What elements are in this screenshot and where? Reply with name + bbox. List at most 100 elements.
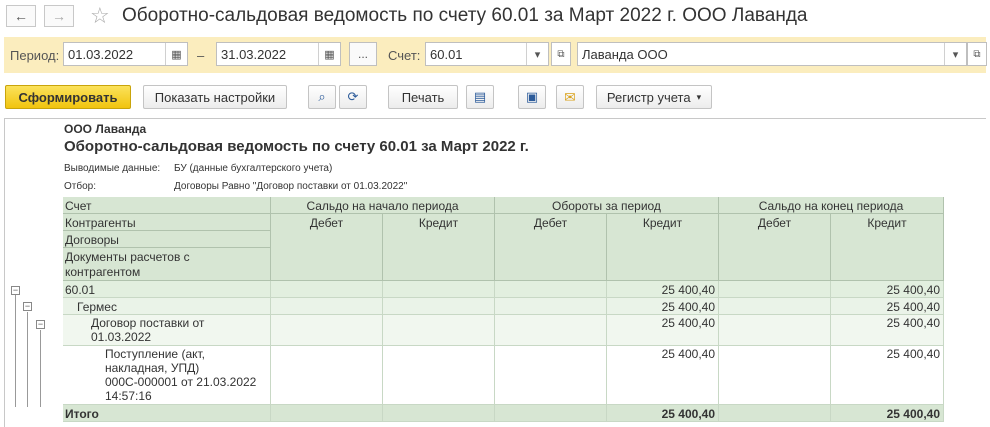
filter-label: Отбор: xyxy=(64,181,96,192)
row-contract-turnover-debit xyxy=(495,315,607,346)
organization-field[interactable]: Лаванда ООО ▾ xyxy=(577,42,967,66)
row-document-line4: 14:57:16 xyxy=(105,389,152,403)
row-document-closing-credit: 25 400,40 xyxy=(831,346,944,405)
row-contract-name-line1: Договор поставки от xyxy=(91,316,205,330)
search-next-button[interactable]: ⟳ xyxy=(339,85,367,109)
send-email-button[interactable]: ✉ xyxy=(556,85,584,109)
arrow-left-icon: ← xyxy=(14,8,28,24)
arrow-right-icon: → xyxy=(52,8,66,24)
back-button[interactable]: ← xyxy=(6,5,36,27)
title-bar: ← → ☆ Оборотно-сальдовая ведомость по сч… xyxy=(0,0,990,34)
header-counterparties: Контрагенты xyxy=(63,214,271,231)
tree-line xyxy=(15,295,16,407)
row-document-name: Поступление (акт, накладная, УПД) 000С-0… xyxy=(63,346,271,405)
period-to-field[interactable]: 31.03.2022 ▦ xyxy=(216,42,341,66)
envelope-icon: ✉ xyxy=(564,88,576,105)
floppy-disk-icon: ▣ xyxy=(525,89,539,104)
row-contract-turnover-credit: 25 400,40 xyxy=(607,315,719,346)
print-button[interactable]: Печать xyxy=(388,85,458,109)
row-total-closing-credit: 25 400,40 xyxy=(831,405,944,422)
favorite-star-icon[interactable]: ☆ xyxy=(90,3,110,29)
save-button[interactable]: ▣ xyxy=(518,85,546,109)
row-document-turnover-debit xyxy=(495,346,607,405)
header-opening-balance: Сальдо на начало периода xyxy=(271,197,495,214)
row-document-turnover-credit: 25 400,40 xyxy=(607,346,719,405)
row-account-opening-debit xyxy=(271,281,383,298)
row-account-name: 60.01 xyxy=(63,281,271,298)
dots-label: ... xyxy=(357,47,368,61)
header-turnover-credit: Кредит xyxy=(607,214,719,281)
calendar-icon[interactable]: ▦ xyxy=(165,43,187,65)
period-dash: – xyxy=(197,48,205,63)
period-label: Период: xyxy=(10,48,60,63)
account-field[interactable]: 60.01 ▾ xyxy=(425,42,549,66)
row-total-turnover-credit: 25 400,40 xyxy=(607,405,719,422)
row-contract-opening-credit xyxy=(383,315,495,346)
row-document-opening-debit xyxy=(271,346,383,405)
search-icon: ⌕ xyxy=(318,89,326,104)
header-turnover: Обороты за период xyxy=(495,197,719,214)
forward-button[interactable]: → xyxy=(44,5,74,27)
row-account-opening-credit xyxy=(383,281,495,298)
preview-icon: ▤ xyxy=(473,89,487,104)
row-account-turnover-debit xyxy=(495,281,607,298)
row-counterparty-turnover-credit: 25 400,40 xyxy=(607,298,719,315)
row-document-line3: 000С-000001 от 21.03.2022 xyxy=(105,375,257,389)
header-documents: Документы расчетов с контрагентом xyxy=(63,248,271,281)
header-opening-credit: Кредит xyxy=(383,214,495,281)
period-from-value: 01.03.2022 xyxy=(68,47,134,62)
report-spreadsheet: ООО Лаванда Оборотно-сальдовая ведомость… xyxy=(4,118,986,427)
print-preview-button[interactable]: ▤ xyxy=(466,85,494,109)
generate-button[interactable]: Сформировать xyxy=(5,85,131,109)
chevron-down-icon[interactable]: ▾ xyxy=(526,43,548,65)
account-value: 60.01 xyxy=(430,47,463,62)
tree-line xyxy=(27,312,28,407)
organization-open-button[interactable]: ⧉ xyxy=(967,42,987,66)
row-document-line1: Поступление (акт, xyxy=(105,347,205,361)
row-total-closing-debit xyxy=(719,405,831,422)
account-open-button[interactable]: ⧉ xyxy=(551,42,571,66)
row-counterparty-closing-debit xyxy=(719,298,831,315)
row-counterparty-opening-debit xyxy=(271,298,383,315)
accounting-register-button[interactable]: Регистр учета ▾ xyxy=(596,85,712,109)
header-opening-debit: Дебет xyxy=(271,214,383,281)
header-account: Счет xyxy=(63,197,271,214)
search-button[interactable]: ⌕ xyxy=(308,85,336,109)
period-select-button[interactable]: ... xyxy=(349,42,377,66)
collapse-icon[interactable]: − xyxy=(11,286,20,295)
header-documents-line1: Документы расчетов с xyxy=(65,250,190,264)
row-document-line2: накладная, УПД) xyxy=(105,361,200,375)
chevron-down-icon[interactable]: ▾ xyxy=(944,43,966,65)
window-title: Оборотно-сальдовая ведомость по счету 60… xyxy=(122,5,808,26)
period-from-field[interactable]: 01.03.2022 ▦ xyxy=(63,42,188,66)
filter-value: Договоры Равно "Договор поставки от 01.0… xyxy=(174,181,408,192)
row-document-closing-debit xyxy=(719,346,831,405)
collapse-icon[interactable]: − xyxy=(23,302,32,311)
row-counterparty-name: Гермес xyxy=(63,298,271,315)
row-contract-closing-debit xyxy=(719,315,831,346)
row-total-opening-credit xyxy=(383,405,495,422)
row-contract-closing-credit: 25 400,40 xyxy=(831,315,944,346)
open-window-icon: ⧉ xyxy=(557,48,565,60)
parameters-panel: Период: 01.03.2022 ▦ – 31.03.2022 ▦ ... … xyxy=(4,37,987,73)
tree-line xyxy=(40,330,41,407)
row-counterparty-opening-credit xyxy=(383,298,495,315)
header-closing-credit: Кредит xyxy=(831,214,944,281)
row-account-turnover-credit: 25 400,40 xyxy=(607,281,719,298)
output-data-value: БУ (данные бухгалтерского учета) xyxy=(174,163,333,174)
accounting-register-label: Регистр учета xyxy=(606,89,691,105)
header-contracts: Договоры xyxy=(63,231,271,248)
period-to-value: 31.03.2022 xyxy=(221,47,287,62)
calendar-icon[interactable]: ▦ xyxy=(318,43,340,65)
row-contract-name-line2: 01.03.2022 xyxy=(91,330,152,344)
chevron-down-icon: ▾ xyxy=(696,91,702,102)
report-org: ООО Лаванда xyxy=(64,122,147,136)
row-total-name: Итого xyxy=(63,405,271,422)
account-label: Счет: xyxy=(388,48,421,63)
open-window-icon: ⧉ xyxy=(973,48,981,60)
header-documents-line2: контрагентом xyxy=(65,265,141,279)
collapse-icon[interactable]: − xyxy=(36,320,45,329)
show-settings-button[interactable]: Показать настройки xyxy=(143,85,287,109)
row-account-closing-debit xyxy=(719,281,831,298)
row-total-turnover-debit xyxy=(495,405,607,422)
